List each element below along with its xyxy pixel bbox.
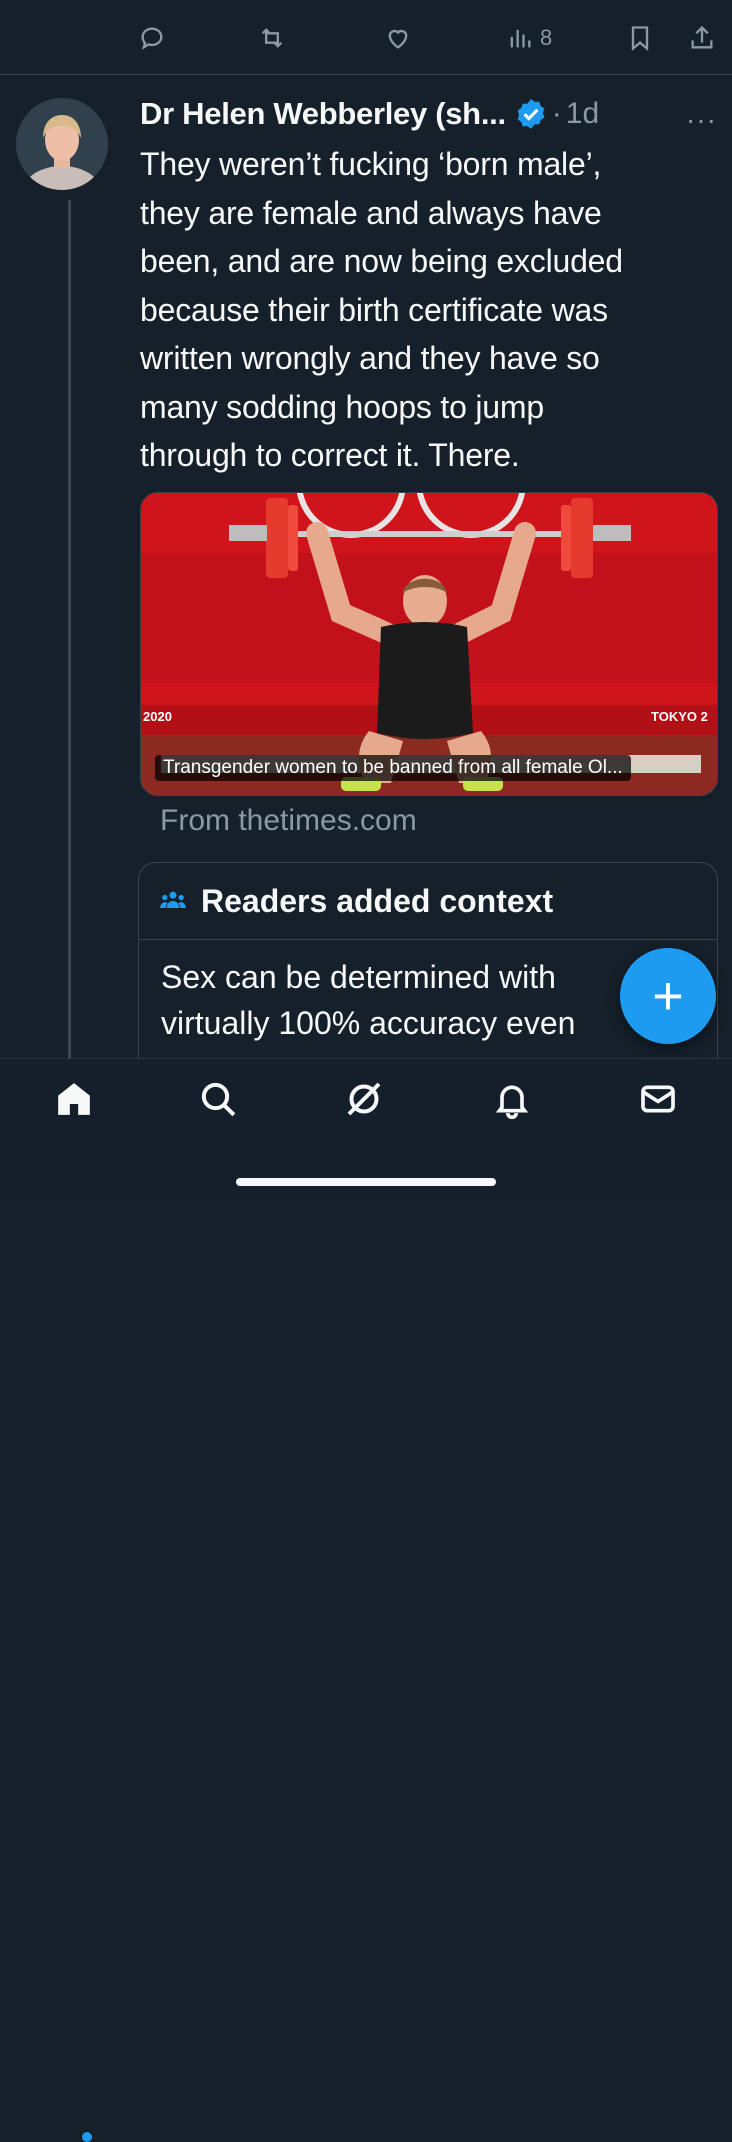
tweet-text-line: many sodding hoops to jump (140, 388, 544, 425)
weightlifter-photo: 2020 TOKYO 2 (141, 493, 717, 795)
reply-icon (141, 27, 163, 50)
link-card-image[interactable]: 2020 TOKYO 2 Transgender women to be ban… (140, 492, 718, 796)
banner-right-text: TOKYO 2 (651, 709, 708, 724)
context-title: Readers added context (201, 882, 554, 919)
views-button[interactable]: 8 (506, 22, 552, 54)
reply-button[interactable] (138, 22, 166, 54)
tweet-text-line: through to correct it. There. (140, 437, 520, 473)
tweet-text-line: because their birth certificate was (140, 291, 608, 328)
home-indicator (236, 1178, 496, 1186)
link-card-caption: Transgender women to be banned from all … (155, 755, 631, 781)
nav-grok[interactable] (344, 1079, 384, 1119)
home-icon (58, 1083, 90, 1115)
context-header: Readers added context (139, 863, 717, 940)
home-notification-dot (82, 2132, 92, 2142)
views-count: 8 (540, 25, 553, 50)
context-body: Sex can be determined with virtually 100… (139, 940, 653, 1060)
tweet-header: Dr Helen Webberley (sh... · 1d (140, 94, 599, 134)
retweet-icon (261, 28, 283, 48)
separator-dot: · (551, 97, 562, 130)
tweet-text-line: They weren’t fucking ‘born male’, (140, 146, 602, 182)
verified-badge-icon (517, 99, 545, 129)
compose-button[interactable]: + (620, 948, 716, 1044)
retweet-button[interactable] (258, 22, 286, 54)
plus-icon: + (652, 966, 684, 1026)
link-source[interactable]: From thetimes.com (160, 804, 417, 838)
people-icon (160, 891, 186, 908)
share-button[interactable] (688, 22, 716, 54)
nav-search[interactable] (198, 1079, 238, 1119)
like-icon (388, 29, 408, 49)
bookmark-button[interactable] (626, 22, 654, 54)
grok-icon (347, 1082, 381, 1116)
tweet-text-line: they are female and always have (140, 194, 602, 231)
share-icon (691, 25, 713, 49)
nav-home[interactable] (54, 1079, 94, 1119)
messages-icon (641, 1085, 675, 1113)
author-avatar[interactable] (16, 98, 108, 190)
like-button[interactable] (384, 22, 412, 54)
context-line: virtually 100% accuracy even (161, 1005, 576, 1041)
search-icon (201, 1082, 236, 1117)
previous-tweet-actions: 8 (0, 0, 732, 75)
nav-notifications[interactable] (492, 1079, 532, 1120)
author-name[interactable]: Dr Helen Webberley (sh... (140, 96, 506, 132)
thread-line (68, 200, 71, 1060)
views-icon (510, 29, 531, 48)
tweet-time[interactable]: 1d (566, 97, 599, 131)
nav-messages[interactable] (638, 1079, 678, 1119)
banner-left-text: 2020 (143, 709, 172, 724)
tweet-text-line: been, and are now being excluded (140, 243, 623, 279)
more-options-button[interactable]: ··· (686, 104, 717, 136)
notifications-icon (495, 1085, 529, 1120)
tweet-text-line: written wrongly and they have so (140, 340, 600, 376)
bookmark-icon (631, 26, 649, 51)
tweet-text: They weren’t fucking ‘born male’, they a… (140, 140, 710, 480)
context-line: Sex can be determined with (161, 959, 556, 995)
